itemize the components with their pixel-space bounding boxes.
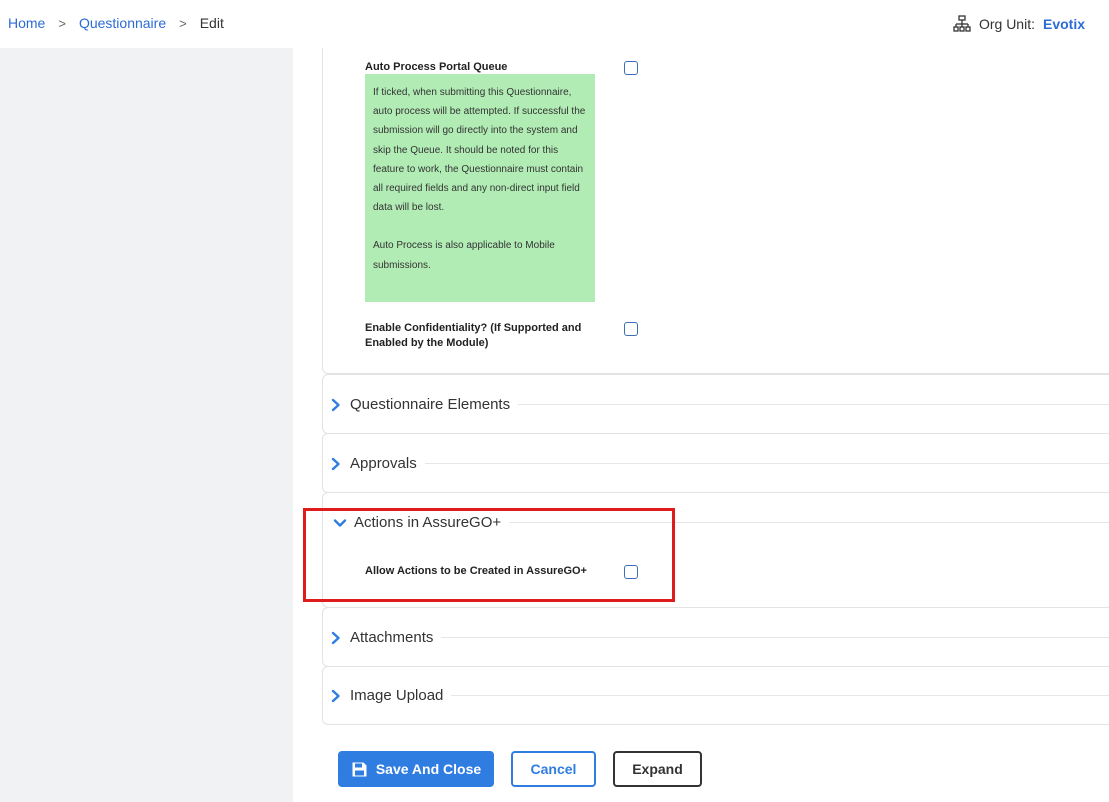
section-header-actions-assurego[interactable]: Actions in AssureGO+ [333, 514, 1109, 531]
chevron-right-icon: > [58, 15, 66, 31]
auto-process-label: Auto Process Portal Queue [365, 61, 508, 73]
section-title: Approvals [350, 455, 417, 472]
auto-process-help-text-2: Auto Process is also applicable to Mobil… [373, 240, 555, 271]
divider [441, 637, 1109, 638]
section-header-approvals[interactable]: Approvals [329, 455, 1109, 472]
section-title: Questionnaire Elements [350, 396, 511, 413]
breadcrumb: Home > Questionnaire > Edit [8, 15, 224, 31]
save-icon [352, 762, 367, 776]
divider [451, 695, 1109, 696]
divider [424, 463, 1109, 464]
section-attachments: Attachments [322, 607, 1109, 667]
org-hierarchy-icon [953, 15, 971, 32]
allow-actions-checkbox[interactable] [624, 565, 638, 579]
save-and-close-label: Save And Close [375, 761, 482, 777]
chevron-right-icon: > [179, 15, 187, 31]
divider [518, 404, 1109, 405]
auto-process-help-box: If ticked, when submitting this Question… [365, 74, 595, 302]
section-title: Image Upload [350, 687, 444, 704]
chevron-down-icon [333, 518, 347, 527]
auto-process-checkbox[interactable] [624, 61, 638, 75]
chevron-right-icon [331, 457, 340, 470]
breadcrumb-home-link[interactable]: Home [8, 15, 45, 31]
cancel-button[interactable]: Cancel [511, 751, 596, 787]
section-title: Attachments [350, 629, 434, 646]
sidebar [0, 48, 293, 802]
expand-button[interactable]: Expand [613, 751, 702, 787]
confidentiality-label: Enable Confidentiality? (If Supported an… [365, 322, 582, 349]
allow-actions-label: Allow Actions to be Created in AssureGO+ [365, 565, 587, 577]
org-unit-selector[interactable]: Org Unit: Evotix [953, 15, 1085, 33]
section-questionnaire-elements: Questionnaire Elements [322, 374, 1109, 434]
section-header-attachments[interactable]: Attachments [329, 629, 1109, 646]
confidentiality-checkbox[interactable] [624, 322, 638, 336]
divider [509, 522, 1109, 523]
auto-process-help-text: If ticked, when submitting this Question… [373, 87, 586, 214]
section-header-image-upload[interactable]: Image Upload [329, 687, 1109, 704]
chevron-right-icon [331, 398, 340, 411]
org-unit-value[interactable]: Evotix [1043, 16, 1085, 32]
breadcrumb-questionnaire-link[interactable]: Questionnaire [79, 15, 166, 31]
chevron-right-icon [331, 689, 340, 702]
section-approvals: Approvals [322, 433, 1109, 493]
section-title: Actions in AssureGO+ [354, 514, 502, 531]
section-actions-assurego: Actions in AssureGO+ [322, 492, 1109, 608]
top-bar: Home > Questionnaire > Edit Org Unit: Ev… [0, 0, 1109, 48]
chevron-right-icon [331, 631, 340, 644]
save-and-close-button[interactable]: Save And Close [338, 751, 494, 787]
section-image-upload: Image Upload [322, 666, 1109, 725]
section-header-questionnaire-elements[interactable]: Questionnaire Elements [329, 396, 1109, 413]
breadcrumb-current: Edit [199, 15, 224, 31]
org-unit-label: Org Unit: [978, 16, 1035, 32]
